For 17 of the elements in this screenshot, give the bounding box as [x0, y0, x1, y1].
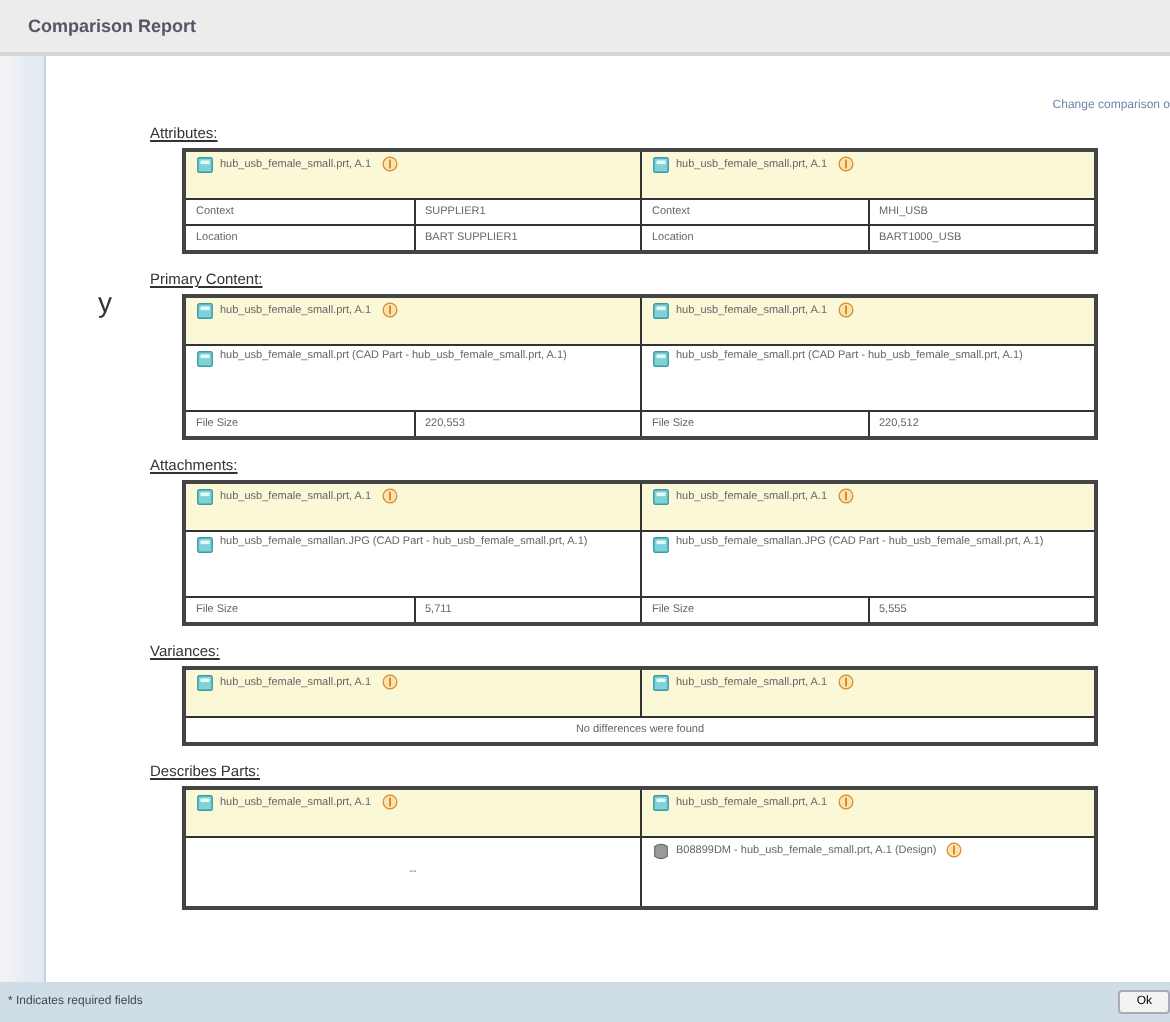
document-icon [196, 350, 214, 368]
document-icon [652, 674, 670, 692]
document-icon [196, 488, 214, 506]
document-icon [652, 156, 670, 174]
window-title: Comparison Report [28, 16, 197, 36]
document-icon [196, 674, 214, 692]
document-icon [652, 350, 670, 368]
document-icon [196, 536, 214, 554]
document-icon [652, 488, 670, 506]
cylinder-icon [652, 842, 670, 860]
document-icon [196, 156, 214, 174]
document-icon [196, 302, 214, 320]
document-icon [652, 794, 670, 812]
document-icon [652, 536, 670, 554]
document-icon [652, 302, 670, 320]
edge-text: y [98, 288, 112, 316]
document-icon [196, 794, 214, 812]
